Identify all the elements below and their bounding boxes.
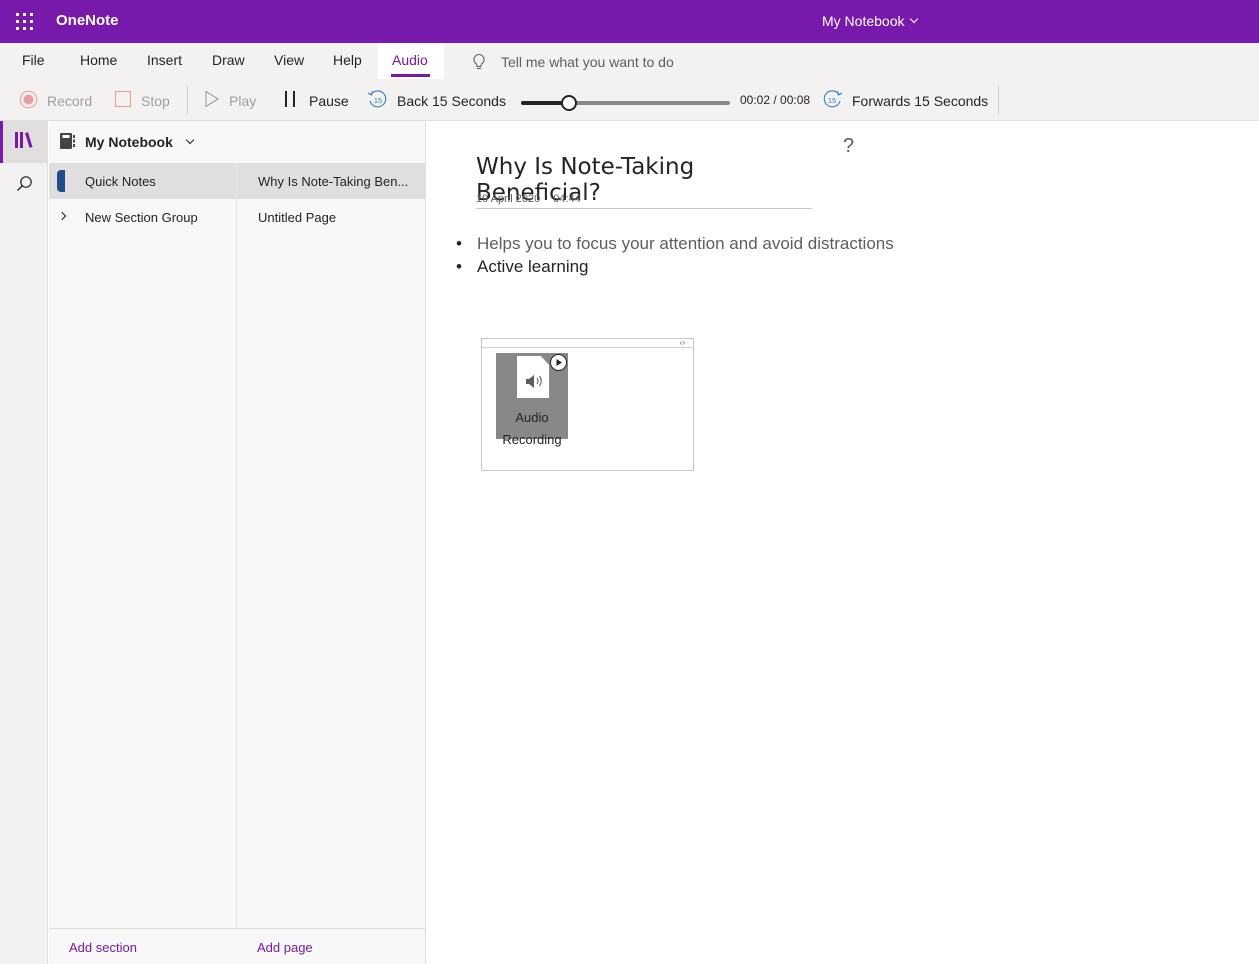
- active-tab-indicator: [391, 74, 430, 77]
- page-date-time: 19 April 2020 04:44: [476, 193, 581, 205]
- notebook-name: My Notebook: [85, 134, 173, 150]
- audio-label-line1: Audio: [515, 410, 549, 425]
- play-button[interactable]: Play: [204, 90, 256, 111]
- list-item[interactable]: Active learning: [456, 255, 894, 278]
- tell-me-search[interactable]: Tell me what you want to do: [471, 53, 674, 71]
- notebook-switcher-label: My Notebook: [822, 13, 905, 29]
- section-list: Quick Notes New Section Group: [49, 163, 236, 928]
- add-page-button[interactable]: Add page: [257, 940, 313, 955]
- tab-view[interactable]: View: [274, 52, 304, 68]
- page-item-note-taking[interactable]: Why Is Note-Taking Ben...: [237, 163, 426, 199]
- chevron-right-icon[interactable]: [57, 211, 67, 221]
- resize-handle-icon[interactable]: ‹›: [680, 338, 685, 347]
- toolbar-divider: [998, 85, 999, 115]
- navigation-footer: Add section Add page: [49, 928, 426, 964]
- chevron-down-icon: [910, 14, 919, 24]
- section-group-item[interactable]: New Section Group: [49, 199, 236, 235]
- audio-recording-attachment[interactable]: Audio Recording: [496, 353, 568, 447]
- container-handle-bar[interactable]: ‹›: [482, 338, 693, 348]
- page-label: Untitled Page: [258, 209, 337, 225]
- forward-15-icon-text: 15: [828, 96, 836, 105]
- help-icon[interactable]: ?: [843, 135, 854, 158]
- list-item[interactable]: Helps you to focus your attention and av…: [456, 232, 894, 255]
- play-label: Play: [229, 92, 257, 109]
- notebook-icon: [59, 132, 76, 153]
- left-rail: [0, 121, 48, 964]
- stop-button[interactable]: Stop: [114, 90, 170, 111]
- add-section-button[interactable]: Add section: [69, 940, 137, 955]
- forward-15-icon: 15: [822, 90, 843, 112]
- page-item-untitled[interactable]: Untitled Page: [237, 199, 426, 235]
- page-time: 04:44: [553, 193, 581, 205]
- pause-icon: [282, 90, 300, 111]
- rewind-15-icon: 15: [367, 90, 388, 112]
- stop-icon: [114, 90, 132, 111]
- chevron-down-icon: [185, 135, 195, 145]
- app-name[interactable]: OneNote: [56, 12, 119, 29]
- playback-slider-thumb[interactable]: [561, 95, 578, 111]
- tab-home[interactable]: Home: [80, 52, 117, 68]
- record-icon: [19, 90, 38, 112]
- stop-label: Stop: [141, 92, 170, 109]
- forward-15-seconds-button[interactable]: 15 Forwards 15 Seconds: [822, 90, 988, 112]
- audio-recording-label: Audio Recording: [496, 407, 568, 451]
- search-icon: [16, 175, 33, 197]
- lightbulb-icon: [471, 53, 487, 71]
- ribbon-tabs: File Home Insert Draw View Help Audio Te…: [0, 43, 1259, 79]
- back-15-seconds-button[interactable]: 15 Back 15 Seconds: [367, 90, 506, 112]
- record-label: Record: [47, 93, 93, 109]
- audio-label-line2: Recording: [502, 432, 562, 447]
- app-launcher-icon[interactable]: [16, 13, 33, 30]
- page-label: Why Is Note-Taking Ben...: [258, 173, 409, 189]
- playback-time-readout: 00:02 / 00:08: [740, 93, 811, 107]
- tab-file[interactable]: File: [22, 52, 45, 68]
- navigation-pane: My Notebook Quick Notes New Section Grou…: [49, 121, 426, 964]
- notebook-picker[interactable]: My Notebook: [49, 121, 426, 163]
- record-button[interactable]: Record: [19, 90, 92, 112]
- section-color-tab: [57, 170, 65, 192]
- search-button[interactable]: [0, 165, 48, 207]
- tab-audio[interactable]: Audio: [392, 52, 428, 68]
- audio-file-icon: [516, 355, 550, 399]
- play-icon: [204, 90, 220, 111]
- page-canvas[interactable]: ? Why Is Note-Taking Beneficial? 19 Apri…: [427, 121, 1259, 964]
- tell-me-placeholder: Tell me what you want to do: [501, 54, 674, 70]
- audio-toolbar: Record Stop Play Pause 15 Back 15 Second…: [0, 79, 1259, 121]
- section-item-quick-notes[interactable]: Quick Notes: [49, 163, 236, 199]
- toolbar-divider: [187, 85, 188, 115]
- page-date: 19 April 2020: [476, 193, 541, 205]
- notebooks-icon: [14, 131, 34, 154]
- bullet-list[interactable]: Helps you to focus your attention and av…: [456, 232, 894, 278]
- notebook-switcher[interactable]: My Notebook: [822, 13, 919, 29]
- pause-button[interactable]: Pause: [282, 90, 349, 111]
- audio-note-container[interactable]: ‹› Audio Recording: [481, 338, 694, 471]
- section-label: Quick Notes: [85, 173, 156, 189]
- title-bar: OneNote My Notebook: [0, 0, 1259, 43]
- pause-label: Pause: [309, 92, 349, 109]
- play-icon[interactable]: [550, 354, 567, 371]
- rewind-15-icon-text: 15: [374, 96, 382, 105]
- notebooks-button[interactable]: [0, 121, 48, 163]
- page-list: Why Is Note-Taking Ben... Untitled Page: [236, 163, 426, 928]
- tab-draw[interactable]: Draw: [212, 52, 245, 68]
- playback-slider[interactable]: [521, 95, 730, 111]
- forward-15-seconds-label: Forwards 15 Seconds: [852, 93, 989, 109]
- back-15-seconds-label: Back 15 Seconds: [397, 93, 506, 109]
- section-label: New Section Group: [85, 209, 198, 225]
- tab-help[interactable]: Help: [333, 52, 362, 68]
- tab-insert[interactable]: Insert: [147, 52, 182, 68]
